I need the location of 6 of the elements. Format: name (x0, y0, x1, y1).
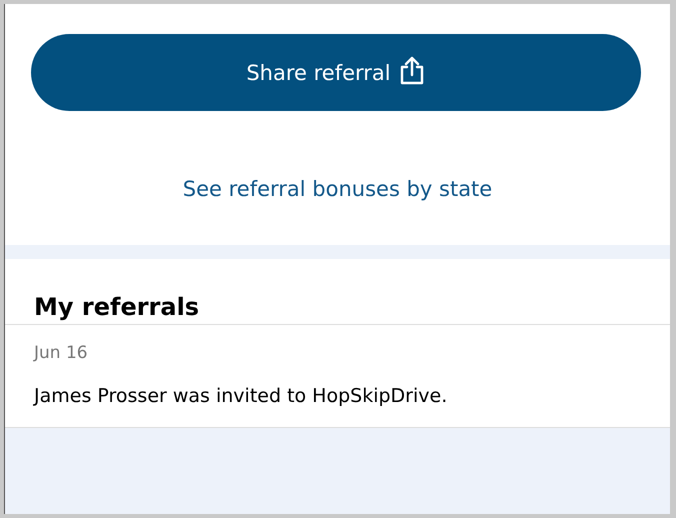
share-icon (398, 54, 425, 84)
section-title: My referrals (33, 292, 200, 323)
share-button[interactable]: Share referral (30, 34, 640, 111)
referral-text: James Prosser was invited to HopSkipDrive. (34, 385, 448, 407)
referral-bonuses-link[interactable]: See referral bonuses by state (182, 177, 492, 201)
referral-date: Jun 16 (34, 343, 88, 363)
